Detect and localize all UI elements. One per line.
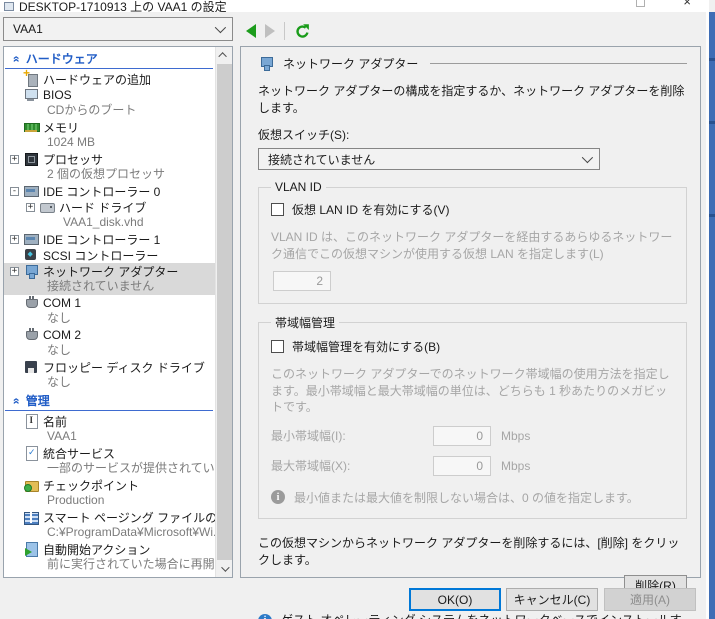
sidebar-section-hardware[interactable]: »ハードウェア: [5, 49, 213, 69]
cancel-button[interactable]: キャンセル(C): [506, 588, 598, 611]
min-bandwidth-unit: Mbps: [501, 429, 530, 443]
sidebar-section-management[interactable]: »管理: [5, 391, 213, 411]
vlan-id-input: 2: [273, 271, 331, 291]
vm-selector-dropdown[interactable]: VAA1: [3, 17, 233, 41]
info-icon: i: [271, 490, 285, 504]
virtual-switch-label: 仮想スイッチ(S):: [258, 126, 687, 143]
checkpoint-icon: [23, 477, 39, 493]
hdd-icon: [39, 199, 55, 215]
scroll-up-icon[interactable]: [216, 47, 233, 63]
processor-icon: [23, 151, 39, 167]
maximize-icon[interactable]: [636, 0, 645, 7]
legacy-adapter-note: ゲスト オペレーティング システムをネットワークベースでインストールする場合、ま…: [281, 612, 687, 619]
network-adapter-icon: [258, 55, 274, 71]
virtual-switch-dropdown[interactable]: 接続されていません: [258, 148, 600, 170]
expander-plus-icon[interactable]: +: [10, 155, 19, 164]
bandwidth-group-label: 帯域幅管理: [271, 314, 339, 331]
window-icon: [4, 2, 14, 11]
com-icon: [23, 295, 39, 311]
refresh-icon[interactable]: [294, 23, 311, 40]
vlan-group-label: VLAN ID: [271, 180, 326, 194]
chevron-down-icon: [582, 152, 593, 163]
enable-bandwidth-checkbox[interactable]: [271, 340, 284, 353]
integration-icon: [23, 445, 39, 461]
sidebar-item-smart-paging-location[interactable]: スマート ページング ファイルの場所C:¥ProgramData¥Microso…: [4, 509, 215, 541]
virtual-switch-value: 接続されていません: [268, 151, 582, 168]
sidebar-item-integration-services[interactable]: 統合サービス一部のサービスが提供されています: [4, 445, 215, 477]
vlan-description: VLAN ID は、このネットワーク アダプターを経由するあらゆるネットワーク通…: [271, 229, 674, 262]
sidebar-item-ide-controller-0[interactable]: -IDE コントローラー 0: [4, 183, 215, 199]
window-title: DESKTOP-1710913 上の VAA1 の設定: [19, 0, 227, 12]
sidebar-item-auto-start-action[interactable]: 自動開始アクション前に実行されていた場合に再開: [4, 541, 215, 573]
enable-vlan-label: 仮想 LAN ID を有効にする(V): [292, 201, 449, 218]
sidebar-item-network-adapter[interactable]: +ネットワーク アダプター接続されていません: [4, 263, 215, 295]
vlan-group: VLAN ID 仮想 LAN ID を有効にする(V) VLAN ID は、この…: [258, 180, 687, 304]
scroll-down-icon[interactable]: [216, 561, 233, 577]
sidebar-item-memory[interactable]: メモリ1024 MB: [4, 119, 215, 151]
sidebar-item-processor[interactable]: +プロセッサ2 個の仮想プロセッサ: [4, 151, 215, 183]
vm-selector-value: VAA1: [13, 22, 215, 36]
settings-sidebar: »ハードウェアハードウェアの追加BIOSCDからのブートメモリ1024 MB+プ…: [3, 46, 233, 578]
min-bandwidth-label: 最小帯域幅(I):: [271, 427, 433, 444]
max-bandwidth-label: 最大帯域幅(X):: [271, 457, 433, 474]
net-icon: [23, 263, 39, 279]
collapse-chevron-icon: »: [8, 397, 22, 404]
chevron-down-icon: [215, 22, 226, 33]
scsi-icon: [23, 247, 39, 263]
expander-plus-icon[interactable]: +: [26, 203, 35, 212]
expander-plus-icon[interactable]: +: [10, 235, 19, 244]
ide-icon: [23, 183, 39, 199]
ok-button[interactable]: OK(O): [409, 588, 501, 611]
network-adapter-panel: ネットワーク アダプター ネットワーク アダプターの構成を指定するか、ネットワー…: [240, 46, 701, 578]
enable-bandwidth-label: 帯域幅管理を有効にする(B): [292, 338, 440, 355]
remove-instruction: この仮想マシンからネットワーク アダプターを削除するには、[削除] をクリックし…: [258, 534, 687, 568]
name-icon: [23, 413, 39, 429]
info-icon: i: [258, 614, 272, 619]
toolbar-divider: [284, 22, 285, 40]
apply-button: 適用(A): [604, 588, 696, 611]
bandwidth-group: 帯域幅管理 帯域幅管理を有効にする(B) このネットワーク アダプターでのネット…: [258, 314, 687, 519]
autostart-icon: [23, 541, 39, 557]
bandwidth-description: このネットワーク アダプターでのネットワーク帯域幅の使用方法を指定します。最小帯…: [271, 366, 674, 416]
ide-icon: [23, 231, 39, 247]
min-bandwidth-input: 0: [433, 426, 491, 446]
nav-toolbar: [246, 21, 311, 41]
sidebar-item-bios[interactable]: BIOSCDからのブート: [4, 87, 215, 119]
sidebar-item-name[interactable]: 名前VAA1: [4, 413, 215, 445]
sidebar-item-com-2[interactable]: COM 2なし: [4, 327, 215, 359]
max-bandwidth-unit: Mbps: [501, 459, 530, 473]
add-hardware-icon: [23, 71, 39, 87]
sidebar-item-floppy-drive[interactable]: フロッピー ディスク ドライブなし: [4, 359, 215, 391]
collapse-chevron-icon: »: [8, 55, 22, 62]
sidebar-item-hard-drive[interactable]: +ハード ドライブVAA1_disk.vhd: [4, 199, 215, 231]
sidebar-item-scsi-controller[interactable]: SCSI コントローラー: [4, 247, 215, 263]
enable-vlan-checkbox[interactable]: [271, 203, 284, 216]
bios-icon: [23, 87, 39, 103]
expander-plus-icon[interactable]: +: [10, 267, 19, 276]
sidebar-item-com-1[interactable]: COM 1なし: [4, 295, 215, 327]
scrollbar-thumb[interactable]: [217, 64, 232, 560]
header-rule: [430, 63, 687, 64]
max-bandwidth-input: 0: [433, 456, 491, 476]
panel-title: ネットワーク アダプター: [283, 55, 418, 72]
panel-description: ネットワーク アダプターの構成を指定するか、ネットワーク アダプターを削除します…: [258, 82, 687, 116]
vm-settings-dialog: DESKTOP-1710913 上の VAA1 の設定 × VAA1 »ハードウ…: [0, 0, 715, 619]
com-icon: [23, 327, 39, 343]
floppy-icon: [23, 359, 39, 375]
back-icon[interactable]: [246, 24, 256, 38]
paging-icon: [23, 509, 39, 525]
bandwidth-hint: 最小値または最大値を制限しない場合は、0 の値を指定します。: [294, 489, 639, 506]
forward-icon: [265, 24, 275, 38]
expander-minus-icon[interactable]: -: [10, 187, 19, 196]
memory-icon: [23, 119, 39, 135]
sidebar-item-checkpoints[interactable]: チェックポイントProduction: [4, 477, 215, 509]
sidebar-scrollbar[interactable]: [215, 47, 232, 577]
sidebar-item-add-hardware[interactable]: ハードウェアの追加: [4, 71, 215, 87]
close-icon[interactable]: ×: [683, 0, 691, 7]
titlebar: DESKTOP-1710913 上の VAA1 の設定 ×: [0, 0, 709, 12]
sidebar-list: »ハードウェアハードウェアの追加BIOSCDからのブートメモリ1024 MB+プ…: [4, 47, 215, 577]
sidebar-item-ide-controller-1[interactable]: +IDE コントローラー 1: [4, 231, 215, 247]
background-window-edge: [709, 12, 715, 619]
